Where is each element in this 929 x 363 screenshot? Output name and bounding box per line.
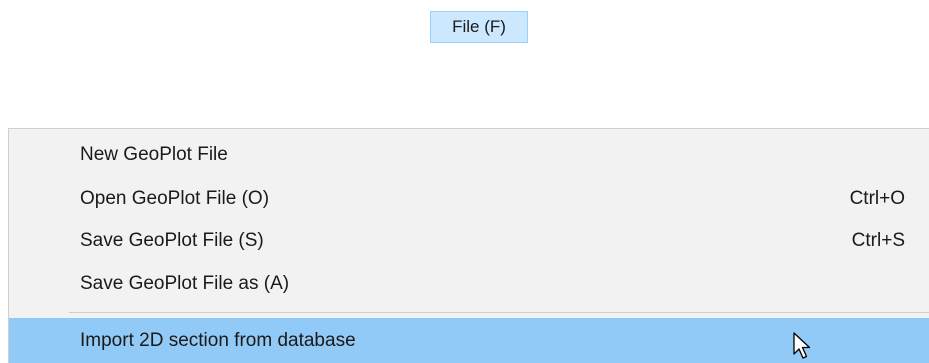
menu-file[interactable]: File (F) (430, 11, 528, 43)
menu-item-shortcut: Ctrl+O (849, 188, 905, 209)
menu-item-save-geoplot-file[interactable]: Save GeoPlot File (S) Ctrl+S (9, 222, 929, 260)
menu-item-label: Open GeoPlot File (O) (80, 188, 270, 209)
menu-item-save-geoplot-file-as[interactable]: Save GeoPlot File as (A) (9, 265, 929, 303)
file-menu-dropdown: New GeoPlot File Open GeoPlot File (O) C… (8, 128, 929, 363)
menu-separator (69, 312, 929, 313)
menu-item-shortcut: Ctrl+S (851, 230, 905, 251)
mouse-pointer-icon (793, 332, 811, 359)
menu-item-label: Save GeoPlot File (S) (80, 230, 264, 251)
menu-item-open-geoplot-file[interactable]: Open GeoPlot File (O) Ctrl+O (9, 180, 929, 218)
menu-item-label: New GeoPlot File (80, 144, 228, 165)
menu-item-label: Save GeoPlot File as (A) (80, 273, 290, 294)
app-window: File (F) New GeoPlot File Open GeoPlot F… (0, 0, 929, 363)
menu-file-label: File (F) (452, 17, 506, 36)
menu-item-new-geoplot-file[interactable]: New GeoPlot File (9, 136, 929, 174)
menu-item-import-2d-section[interactable]: Import 2D section from database (9, 318, 929, 363)
menu-item-label: Import 2D section from database (80, 330, 356, 351)
